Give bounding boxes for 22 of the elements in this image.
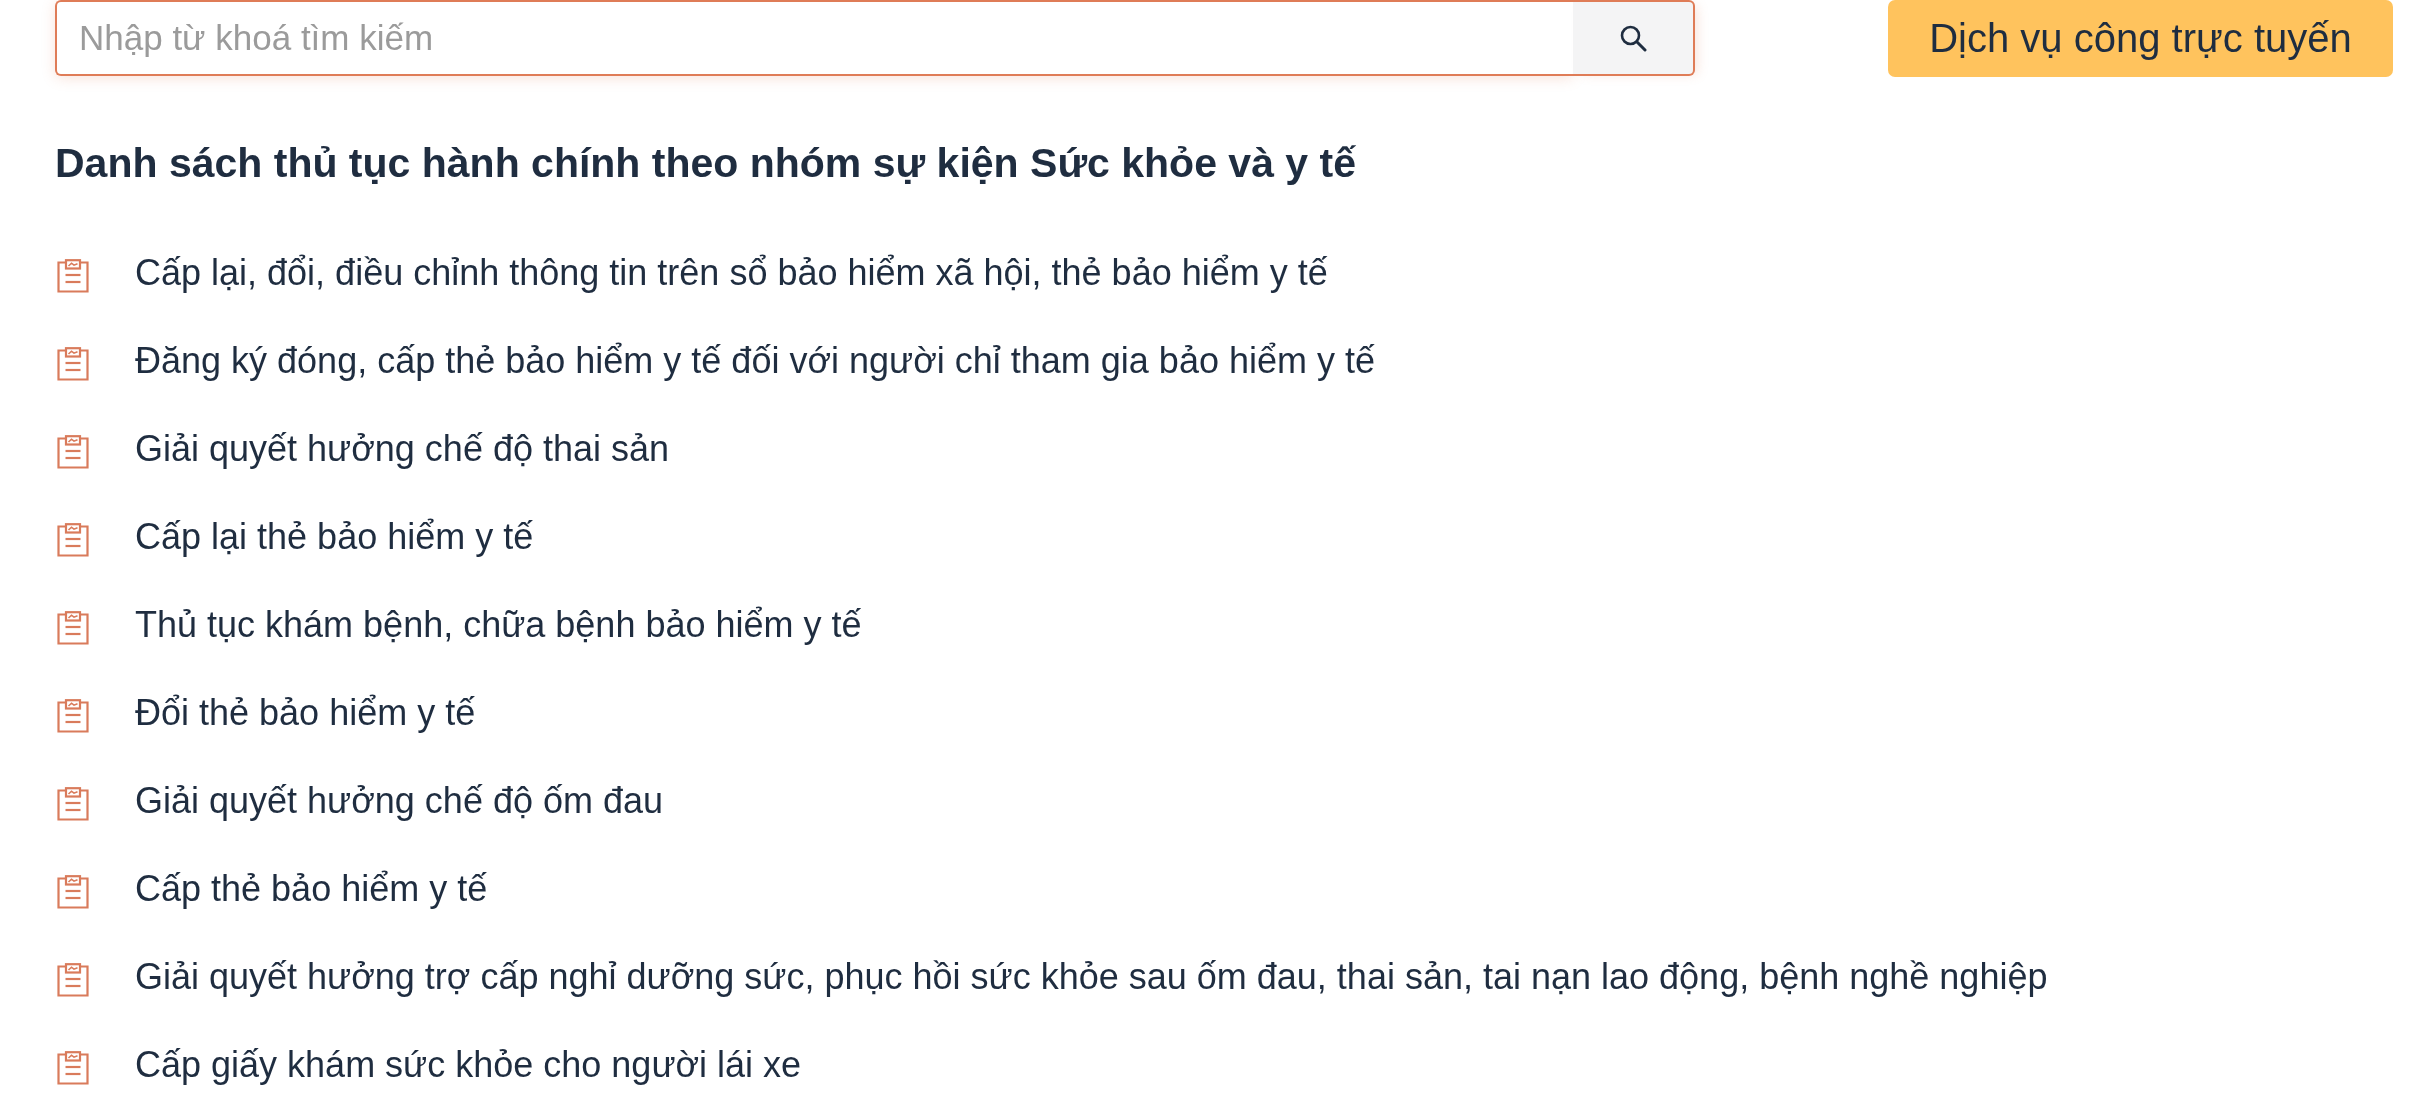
clipboard-icon bbox=[57, 347, 89, 382]
clipboard-icon bbox=[57, 963, 89, 998]
online-services-button[interactable]: Dịch vụ công trực tuyến bbox=[1888, 0, 2393, 77]
clipboard-icon bbox=[57, 523, 89, 558]
clipboard-icon bbox=[57, 875, 89, 910]
procedure-link[interactable]: Cấp lại, đổi, điều chỉnh thông tin trên sổ bảo hiểm xã hội, thẻ bảo hiểm y tế bbox=[135, 250, 1328, 294]
section-heading: Danh sách thủ tục hành chính theo nhóm sự kiện Sức khỏe và y tế bbox=[55, 139, 1356, 188]
procedure-link[interactable]: Giải quyết hưởng trợ cấp nghỉ dưỡng sức, phục hồi sức khỏe sau ốm đau, thai sản, tai nạn lao động, bệnh nghề nghiệp bbox=[135, 954, 2048, 998]
procedure-link[interactable]: Đăng ký đóng, cấp thẻ bảo hiểm y tế đối với người chỉ tham gia bảo hiểm y tế bbox=[135, 338, 1375, 382]
clipboard-icon bbox=[57, 699, 89, 734]
procedure-link[interactable]: Giải quyết hưởng chế độ thai sản bbox=[135, 426, 670, 470]
procedure-link[interactable]: Cấp lại thẻ bảo hiểm y tế bbox=[135, 514, 534, 558]
clipboard-icon bbox=[57, 1051, 89, 1086]
clipboard-icon bbox=[57, 259, 89, 294]
procedure-link[interactable]: Giải quyết hưởng chế độ ốm đau bbox=[135, 778, 664, 822]
procedure-link[interactable]: Cấp giấy khám sức khỏe cho người lái xe bbox=[135, 1042, 802, 1086]
procedure-link[interactable]: Cấp thẻ bảo hiểm y tế bbox=[135, 866, 488, 910]
clipboard-icon bbox=[57, 611, 89, 646]
procedure-link[interactable]: Thủ tục khám bệnh, chữa bệnh bảo hiểm y tế bbox=[135, 602, 862, 646]
procedure-link[interactable]: Đổi thẻ bảo hiểm y tế bbox=[135, 690, 476, 734]
clipboard-icon bbox=[57, 435, 89, 470]
clipboard-icon bbox=[57, 787, 89, 822]
